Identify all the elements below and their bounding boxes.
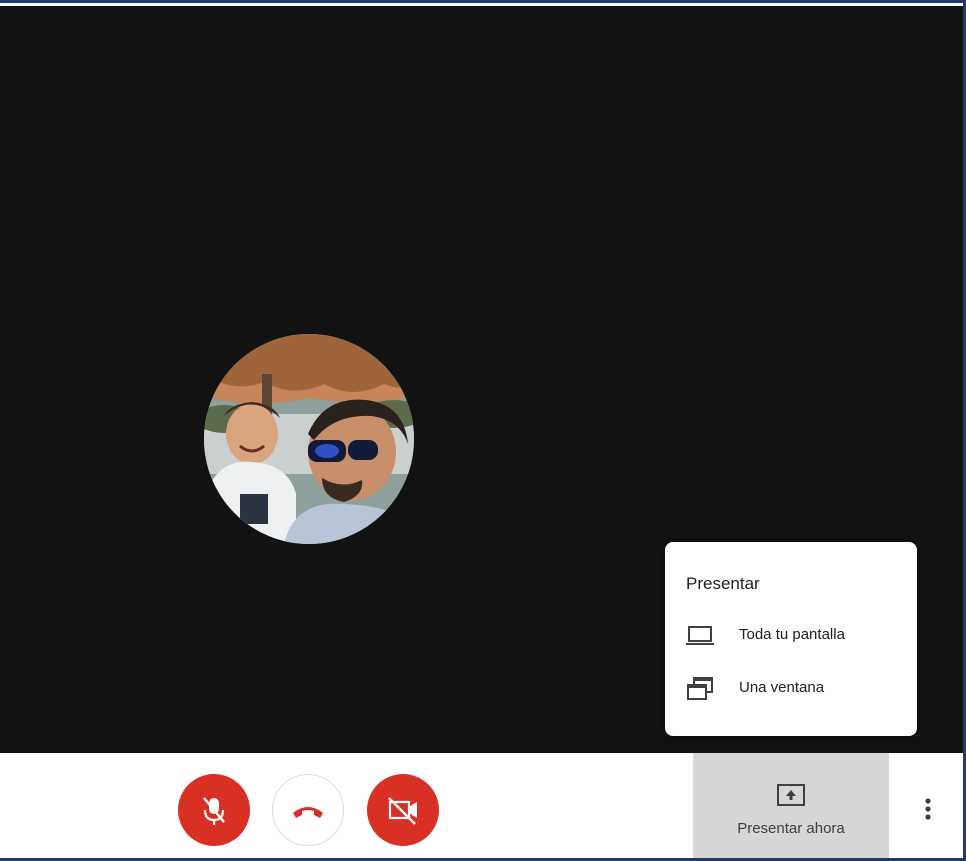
call-controls-bar: Presentar ahora <box>0 753 963 858</box>
present-window-label: Una ventana <box>739 679 825 696</box>
mic-off-icon <box>203 797 225 825</box>
present-entire-screen-label: Toda tu pantalla <box>739 626 845 643</box>
laptop-icon <box>686 626 714 645</box>
present-menu: Presentar Toda tu pantalla Una ventana <box>665 542 917 736</box>
meet-window: Presentar Toda tu pantalla Una ventana P… <box>0 0 966 861</box>
phone-hangup-icon <box>293 807 323 818</box>
present-entire-screen-option[interactable]: Toda tu pantalla <box>665 614 917 658</box>
video-stage: Presentar Toda tu pantalla Una ventana <box>0 6 963 753</box>
more-vertical-icon <box>925 798 931 820</box>
present-now-button[interactable]: Presentar ahora <box>693 753 889 858</box>
hang-up-button[interactable] <box>272 774 344 846</box>
camera-toggle-button[interactable] <box>367 774 439 846</box>
present-window-option[interactable]: Una ventana <box>665 667 917 711</box>
present-screen-icon <box>777 784 805 806</box>
microphone-toggle-button[interactable] <box>178 774 250 846</box>
camera-off-icon <box>388 797 417 825</box>
present-menu-title: Presentar <box>686 574 760 593</box>
window-icon <box>687 677 713 700</box>
present-now-label: Presentar ahora <box>737 820 845 837</box>
participant-avatar <box>204 334 414 544</box>
more-options-button[interactable] <box>910 791 946 827</box>
